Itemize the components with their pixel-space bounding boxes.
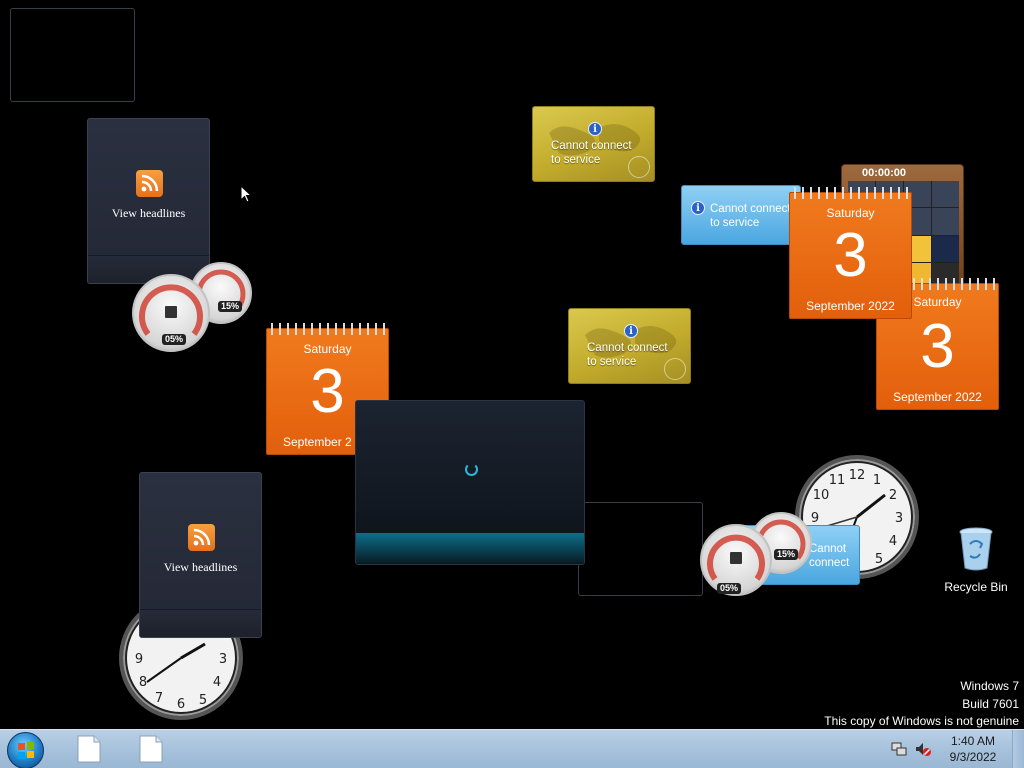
globe-icon: [628, 156, 650, 178]
memory-readout: 15%: [774, 549, 799, 560]
media-gadget[interactable]: [355, 400, 585, 565]
info-icon: i: [588, 122, 602, 136]
svg-text:8: 8: [139, 675, 147, 690]
calendar-gadget[interactable]: Saturday 3 September 2022: [789, 187, 912, 319]
svg-text:4: 4: [213, 675, 221, 690]
volume-muted-icon[interactable]: [915, 741, 931, 757]
taskbar-time: 1:40 AM: [950, 734, 996, 748]
calendar-month-year: September 2022: [806, 299, 895, 313]
svg-text:9: 9: [811, 511, 819, 526]
svg-text:3: 3: [895, 511, 903, 526]
recycle-bin-label: Recycle Bin: [944, 580, 1008, 594]
globe-icon: [664, 358, 686, 380]
taskbar: 1:40 AM 9/3/2022: [0, 729, 1024, 768]
currency-gadget[interactable]: i Cannot connect to service: [568, 308, 691, 384]
puzzle-timer: 00:00:00: [862, 167, 907, 179]
svg-text:9: 9: [135, 652, 143, 667]
feed-footer: [140, 609, 261, 637]
svg-text:5: 5: [875, 552, 883, 567]
cpu-readout: 05%: [717, 583, 742, 594]
svg-text:1: 1: [873, 473, 881, 488]
start-button[interactable]: [7, 732, 44, 768]
document-icon[interactable]: [138, 735, 164, 763]
recycle-bin[interactable]: Recycle Bin: [942, 526, 1010, 594]
feed-headlines-gadget[interactable]: View headlines: [87, 118, 210, 284]
network-icon[interactable]: [891, 741, 907, 757]
info-icon: i: [691, 201, 705, 215]
windows-start-icon: [18, 742, 34, 759]
view-headlines-link[interactable]: View headlines: [140, 560, 261, 575]
taskbar-clock[interactable]: 1:40 AM 9/3/2022: [940, 733, 1006, 765]
recycle-bin-icon: [959, 527, 993, 571]
service-message: Cannot connect to service: [551, 140, 632, 166]
loading-spinner-icon: [465, 463, 478, 476]
service-message: Cannot connect: [809, 543, 850, 569]
empty-gadget-frame[interactable]: [10, 8, 135, 102]
svg-text:7: 7: [155, 691, 163, 706]
currency-gadget[interactable]: i Cannot connect to service: [532, 106, 655, 182]
service-message: Cannot connect to service: [587, 342, 668, 368]
svg-text:3: 3: [219, 652, 227, 667]
info-icon: i: [624, 324, 638, 338]
genuine-watermark: Windows 7 Build 7601 This copy of Window…: [824, 679, 1019, 728]
rss-icon: [136, 170, 163, 197]
svg-text:12: 12: [849, 468, 866, 483]
memory-readout: 15%: [218, 301, 243, 312]
calendar-month-year: September 2022: [893, 390, 982, 404]
mouse-cursor-icon: [240, 185, 252, 203]
view-headlines-link[interactable]: View headlines: [88, 206, 209, 221]
empty-gadget-frame[interactable]: [578, 502, 703, 596]
calendar-day: 3: [833, 221, 868, 290]
calendar-weekday: Saturday: [826, 206, 875, 220]
rss-icon: [188, 524, 215, 551]
cpu-meter-gadget[interactable]: 05%: [700, 524, 772, 596]
svg-text:6: 6: [177, 697, 185, 712]
taskbar-date: 9/3/2022: [949, 750, 997, 764]
media-tray: [356, 533, 584, 564]
show-desktop-button[interactable]: [1012, 730, 1024, 768]
svg-text:11: 11: [829, 473, 846, 488]
service-message: Cannot connect to service: [710, 203, 791, 229]
cpu-readout: 05%: [162, 334, 187, 345]
calendar-day: 3: [920, 312, 955, 381]
svg-text:5: 5: [199, 693, 207, 708]
svg-text:4: 4: [889, 534, 897, 549]
cpu-meter-gadget[interactable]: 05%: [132, 274, 210, 352]
svg-text:10: 10: [813, 488, 830, 503]
calendar-weekday: Saturday: [303, 342, 352, 356]
feed-headlines-gadget[interactable]: View headlines: [139, 472, 262, 638]
calendar-rings: [794, 187, 908, 199]
weather-gadget[interactable]: i Cannot connect to service: [681, 185, 801, 245]
svg-text:2: 2: [889, 488, 897, 503]
document-icon[interactable]: [76, 735, 102, 763]
calendar-rings: [271, 323, 385, 335]
